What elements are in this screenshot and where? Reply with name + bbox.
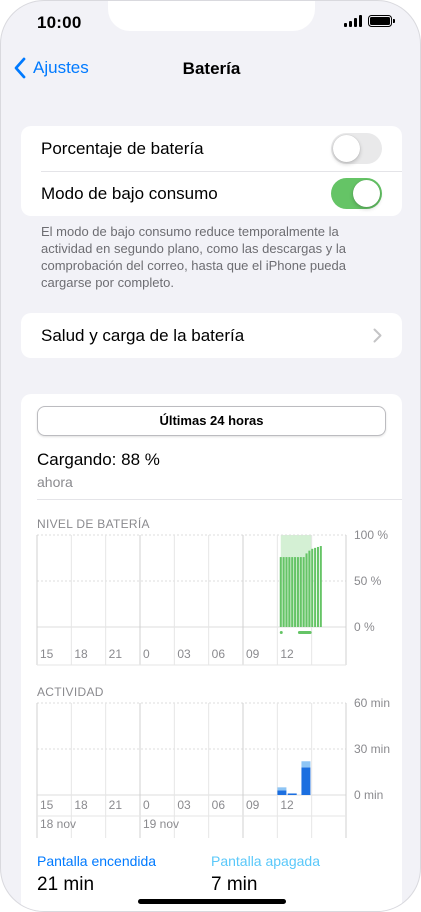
y-tick-label: 50 % (354, 574, 382, 588)
battery-options-group: Porcentaje de batería Modo de bajo consu… (21, 126, 402, 216)
home-indicator[interactable] (138, 899, 286, 904)
battery-level-chart-title: NIVEL DE BATERÍA (37, 517, 150, 531)
cellular-signal-icon (344, 15, 362, 27)
page-title: Batería (182, 59, 241, 78)
x-tick-label: 09 (246, 647, 260, 661)
battery-bar (305, 553, 308, 627)
x-tick-label: 21 (109, 798, 123, 812)
y-tick-label: 30 min (354, 742, 390, 756)
activity-bar-screen-off (277, 787, 287, 791)
y-tick-label: 0 % (354, 620, 375, 634)
battery-bar (296, 557, 299, 627)
y-tick-label: 60 min (354, 698, 390, 710)
battery-level-chart: 100 % 50 % 0 % 15 18 21 0 03 06 09 12 (36, 530, 388, 666)
y-tick-label: 0 min (354, 788, 383, 802)
x-tick-label: 06 (212, 647, 226, 661)
battery-bar (291, 557, 294, 627)
x-tick-label: 03 (177, 647, 191, 661)
navigation-bar: Ajustes Batería (1, 51, 420, 87)
phone-screen: 10:00 Ajustes Batería Porcentaje de bate… (0, 0, 421, 912)
battery-bar (302, 557, 305, 627)
chevron-right-icon (373, 328, 382, 343)
divider (37, 499, 402, 500)
period-selector[interactable]: Últimas 24 horas (37, 406, 386, 436)
activity-bar-screen-on (277, 790, 287, 795)
battery-bar (314, 547, 317, 627)
battery-bar (288, 557, 291, 627)
low-power-toggle[interactable] (331, 178, 382, 209)
charging-indicator (279, 631, 283, 634)
x-tick-label: 0 (143, 647, 150, 661)
charging-status: Cargando: 88 % (37, 450, 160, 469)
screen-on-label: Pantalla encendida (37, 853, 157, 869)
battery-percentage-toggle[interactable] (331, 133, 382, 164)
status-icons (344, 15, 395, 27)
x-tick-label: 12 (280, 798, 294, 812)
activity-chart-title: ACTIVIDAD (37, 685, 104, 699)
low-power-footnote: El modo de bajo consumo reduce temporalm… (41, 224, 346, 290)
x-tick-label: 15 (40, 647, 54, 661)
battery-bar (294, 557, 297, 627)
low-power-row: Modo de bajo consumo (21, 171, 402, 216)
health-group: Salud y carga de la batería (21, 313, 402, 358)
x-tick-label: 18 (74, 647, 88, 661)
activity-bar-screen-off (301, 761, 311, 768)
x-tick-label: 12 (280, 647, 294, 661)
battery-health-label: Salud y carga de la batería (41, 325, 245, 345)
battery-bar (311, 548, 314, 627)
battery-usage-card: Últimas 24 horas Cargando: 88 % ahora NI… (21, 394, 402, 911)
notch (108, 1, 315, 31)
x-tick-label: 06 (212, 798, 226, 812)
status-time: 10:00 (37, 13, 82, 32)
charging-time: ahora (37, 474, 73, 490)
x-tick-label: 03 (177, 798, 191, 812)
battery-bar (316, 546, 319, 627)
x-tick-label: 09 (246, 798, 260, 812)
date-label: 19 nov (143, 817, 179, 831)
activity-bar-screen-on (287, 793, 297, 795)
low-power-label: Modo de bajo consumo (41, 183, 218, 203)
battery-bar (299, 557, 302, 627)
battery-percentage-label: Porcentaje de batería (41, 138, 204, 158)
battery-health-row[interactable]: Salud y carga de la batería (21, 313, 402, 358)
battery-bar (282, 557, 285, 627)
x-tick-label: 0 (143, 798, 150, 812)
activity-chart: 60 min 30 min 0 min 15 18 21 0 03 06 09 12 18 nov 19… (36, 698, 390, 838)
screen-off-value: 7 min (211, 874, 258, 895)
battery-percentage-row: Porcentaje de batería (21, 126, 402, 171)
y-tick-label: 100 % (354, 530, 388, 542)
battery-bar (279, 557, 282, 627)
battery-bar (319, 546, 322, 627)
x-tick-label: 15 (40, 798, 54, 812)
screen-on-value: 21 min (37, 874, 95, 895)
x-tick-label: 18 (74, 798, 88, 812)
battery-bar (308, 550, 311, 627)
charging-indicator (297, 631, 312, 634)
battery-bar (285, 557, 288, 627)
battery-icon (368, 15, 395, 27)
activity-bar-screen-on (301, 767, 311, 795)
screen-off-label: Pantalla apagada (211, 853, 320, 869)
x-tick-label: 21 (109, 647, 123, 661)
date-label: 18 nov (40, 817, 76, 831)
